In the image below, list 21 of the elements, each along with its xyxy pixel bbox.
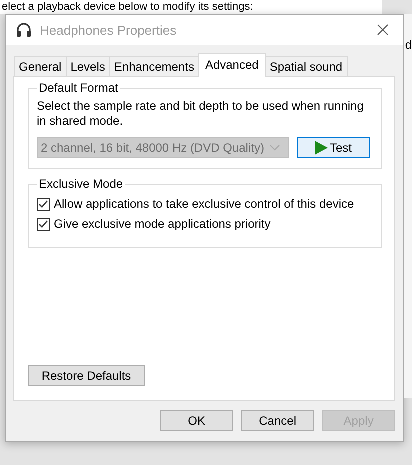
restore-defaults-button[interactable]: Restore Defaults [28, 365, 145, 386]
checkbox[interactable] [37, 218, 50, 230]
close-icon[interactable] [377, 24, 390, 36]
play-icon [314, 140, 328, 154]
dialog-button[interactable]: Cancel [241, 410, 314, 431]
checkbox-label: Give exclusive mode applications priority [54, 217, 271, 231]
checkbox[interactable] [37, 198, 50, 210]
checkbox-label: Allow applications to take exclusive control of this device [54, 197, 354, 211]
description-text: Select the sample rate and bit depth to be used when running in shared mode. [37, 99, 365, 129]
instruction-text: elect a playback device below to modify its settings: [2, 1, 254, 13]
test-button[interactable]: Test [297, 137, 370, 158]
group-title: Exclusive Mode [38, 177, 124, 191]
chevron-icon [270, 144, 280, 150]
group-title: Default Format [38, 81, 120, 95]
background-text: d [404, 38, 412, 52]
dialog-button[interactable]: OK [160, 410, 234, 431]
headphones-icon [16, 22, 32, 38]
window-title: Headphones Properties [40, 22, 178, 38]
tab[interactable]: Advanced [198, 53, 266, 77]
tab[interactable]: General [14, 56, 67, 76]
tab[interactable]: Spatial sound [264, 56, 348, 76]
